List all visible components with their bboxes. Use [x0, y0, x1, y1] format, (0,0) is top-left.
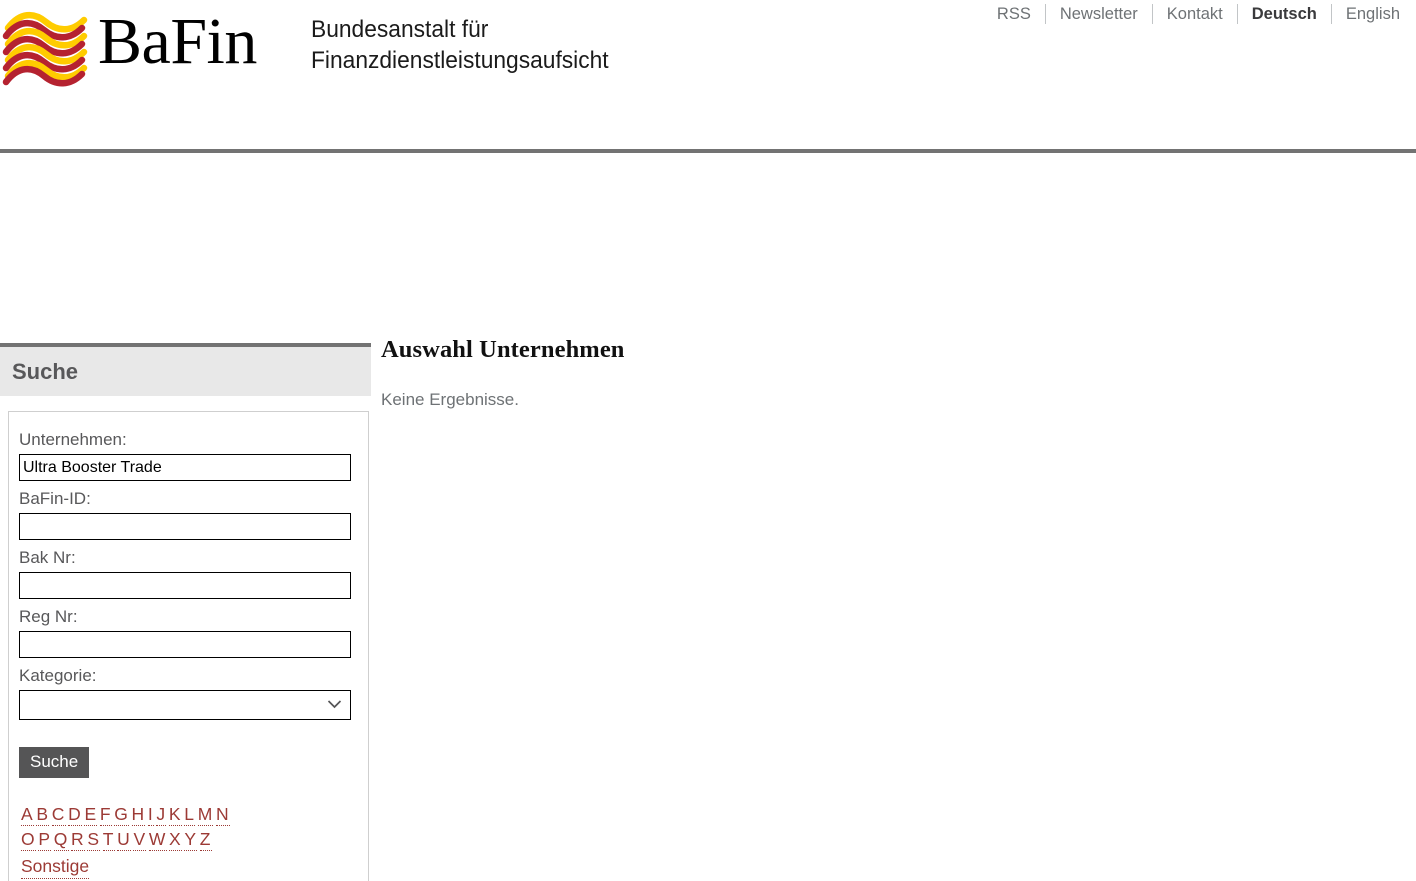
- alpha-link-l[interactable]: L: [184, 804, 196, 826]
- alpha-link-v[interactable]: V: [133, 829, 147, 851]
- field-reg-nr: Reg Nr:: [19, 605, 358, 658]
- alphabet-row-1: ABCDEFGHIJKLMN: [21, 802, 358, 827]
- alpha-link-g[interactable]: G: [114, 804, 130, 826]
- field-kategorie: Kategorie:: [19, 664, 358, 720]
- alpha-link-h[interactable]: H: [131, 804, 146, 826]
- nav-link-deutsch[interactable]: Deutsch: [1238, 5, 1331, 24]
- alphabet-row-2: OPQRSTUVWXYZ: [21, 827, 358, 852]
- alpha-link-z[interactable]: Z: [199, 829, 212, 851]
- field-bak-nr: Bak Nr:: [19, 546, 358, 599]
- label-reg-nr: Reg Nr:: [19, 607, 78, 626]
- alpha-link-t[interactable]: T: [102, 829, 115, 851]
- alpha-link-m[interactable]: M: [197, 804, 214, 826]
- alpha-link-p[interactable]: P: [38, 829, 52, 851]
- alpha-link-f[interactable]: F: [99, 804, 112, 826]
- page-header: RSS Newsletter Kontakt Deutsch English B…: [0, 0, 1416, 153]
- brand-subtitle: Bundesanstalt für Finanzdienstleistungsa…: [311, 14, 609, 76]
- alpha-link-a[interactable]: A: [21, 804, 34, 826]
- label-kategorie: Kategorie:: [19, 666, 97, 685]
- label-bafin-id: BaFin-ID:: [19, 489, 91, 508]
- field-bafin-id: BaFin-ID:: [19, 487, 358, 540]
- input-unternehmen[interactable]: [19, 454, 351, 481]
- alpha-link-e[interactable]: E: [84, 804, 98, 826]
- alpha-link-n[interactable]: N: [215, 804, 230, 826]
- brand-subtitle-line2: Finanzdienstleistungsaufsicht: [310, 47, 609, 74]
- label-unternehmen: Unternehmen:: [19, 430, 127, 449]
- alpha-link-r[interactable]: R: [71, 829, 85, 851]
- brand-logo[interactable]: BaFin Bundesanstalt für Finanzdienstleis…: [0, 4, 631, 88]
- main-content: Auswahl Unternehmen Keine Ergebnisse.: [381, 336, 1381, 410]
- alpha-link-o[interactable]: O: [21, 829, 36, 851]
- label-bak-nr: Bak Nr:: [19, 548, 76, 567]
- select-kategorie[interactable]: [19, 690, 351, 720]
- nav-link-kontakt[interactable]: Kontakt: [1153, 5, 1237, 24]
- brand-subtitle-line1: Bundesanstalt für: [310, 16, 489, 43]
- alpha-link-d[interactable]: D: [68, 804, 82, 826]
- search-submit-button[interactable]: Suche: [19, 747, 90, 778]
- field-unternehmen: Unternehmen:: [19, 428, 358, 481]
- alpha-link-y[interactable]: Y: [184, 829, 198, 851]
- input-bafin-id[interactable]: [19, 513, 351, 540]
- no-results-message: Keine Ergebnisse.: [381, 390, 519, 409]
- alpha-link-w[interactable]: W: [148, 829, 167, 851]
- nav-link-newsletter[interactable]: Newsletter: [1046, 5, 1152, 24]
- select-kategorie-box[interactable]: [19, 690, 351, 720]
- search-sidebar: Suche Unternehmen: BaFin-ID: Bak Nr: Reg…: [0, 343, 371, 881]
- alpha-link-j[interactable]: J: [156, 804, 167, 826]
- alpha-link-b[interactable]: B: [36, 804, 50, 826]
- input-reg-nr[interactable]: [19, 631, 351, 658]
- alpha-link-s[interactable]: S: [87, 829, 101, 851]
- header-divider: [0, 149, 1416, 153]
- alpha-link-k[interactable]: K: [168, 804, 182, 826]
- sidebar-title: Suche: [0, 343, 371, 396]
- alpha-link-i[interactable]: I: [147, 804, 154, 826]
- alpha-link-q[interactable]: Q: [53, 829, 69, 851]
- alpha-link-x[interactable]: X: [169, 829, 182, 851]
- input-bak-nr[interactable]: [19, 572, 351, 599]
- alpha-link-u[interactable]: U: [117, 829, 131, 851]
- nav-link-rss[interactable]: RSS: [983, 5, 1045, 24]
- sidebar-title-label: Suche: [12, 358, 79, 384]
- alphabet-index: ABCDEFGHIJKLMN OPQRSTUVWXYZ Sonstige: [21, 802, 358, 879]
- brand-wordmark: BaFin: [98, 5, 257, 78]
- nav-link-english[interactable]: English: [1332, 5, 1400, 24]
- top-navigation: RSS Newsletter Kontakt Deutsch English: [983, 4, 1400, 24]
- search-form: Unternehmen: BaFin-ID: Bak Nr: Reg Nr: K…: [8, 411, 369, 881]
- bafin-wave-logo-icon: [2, 12, 88, 87]
- page-title: Auswahl Unternehmen: [381, 336, 625, 363]
- alpha-link-c[interactable]: C: [51, 804, 66, 826]
- alpha-link-sonstige[interactable]: Sonstige: [21, 854, 90, 879]
